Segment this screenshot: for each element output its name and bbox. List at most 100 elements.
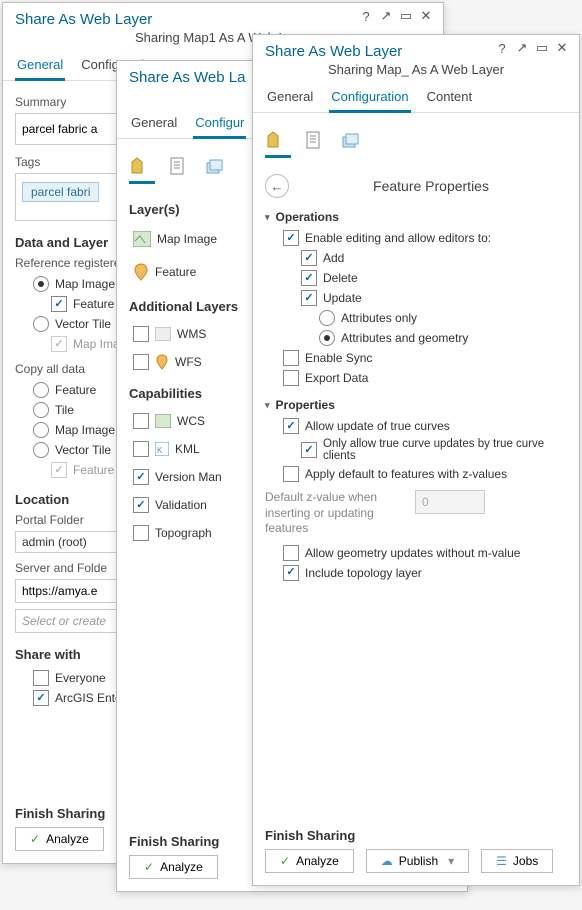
radio-map-image[interactable] bbox=[33, 276, 49, 292]
operations-collapser[interactable]: ▾Operations bbox=[265, 210, 567, 224]
check-everyone[interactable] bbox=[33, 670, 49, 686]
check-topograph[interactable] bbox=[133, 525, 149, 541]
properties-collapser[interactable]: ▾Properties bbox=[265, 398, 567, 412]
tab-general[interactable]: General bbox=[15, 53, 65, 81]
tab-general[interactable]: General bbox=[265, 85, 315, 113]
radio-attr-geom[interactable] bbox=[319, 330, 335, 346]
delete-label: Delete bbox=[323, 271, 358, 285]
tab-content[interactable]: Content bbox=[425, 85, 475, 113]
kml-icon: K bbox=[155, 442, 169, 456]
stack-icon[interactable] bbox=[201, 155, 227, 177]
tab-configuration[interactable]: Configuration bbox=[329, 85, 410, 113]
check-feature-copy bbox=[51, 462, 67, 478]
radio-feature-copy-label: Feature bbox=[55, 383, 96, 397]
help-icon[interactable]: ? bbox=[357, 7, 375, 25]
tabs: General Configuration Content bbox=[253, 83, 579, 113]
check-kml[interactable] bbox=[133, 441, 149, 457]
jobs-button[interactable]: ☰Jobs bbox=[481, 849, 553, 873]
chevron-down-icon: ▾ bbox=[448, 854, 454, 868]
check-apply-z-default[interactable] bbox=[283, 466, 299, 482]
check-map-ima bbox=[51, 336, 67, 352]
document-icon[interactable] bbox=[165, 155, 191, 177]
check-validation[interactable] bbox=[133, 497, 149, 513]
check-arcgis-ent[interactable] bbox=[33, 690, 49, 706]
svg-text:K: K bbox=[157, 446, 163, 455]
layer-folder-icon[interactable] bbox=[265, 129, 291, 158]
stack-icon[interactable] bbox=[337, 129, 363, 151]
dock-icon[interactable]: ↗ bbox=[513, 39, 531, 57]
check-map-ima-label: Map Ima bbox=[73, 337, 120, 351]
wfs-icon bbox=[155, 354, 169, 370]
radio-vector-tile-copy[interactable] bbox=[33, 442, 49, 458]
minimize-icon[interactable]: ▭ bbox=[533, 39, 551, 57]
dock-icon[interactable]: ↗ bbox=[377, 7, 395, 25]
help-icon[interactable]: ? bbox=[493, 39, 511, 57]
check-wms[interactable] bbox=[133, 326, 149, 342]
radio-feature-copy[interactable] bbox=[33, 382, 49, 398]
layer-folder-icon[interactable] bbox=[129, 155, 155, 184]
wcs-icon bbox=[155, 414, 171, 428]
export-data-label: Export Data bbox=[305, 371, 368, 385]
check-icon: ✓ bbox=[280, 854, 290, 868]
check-only-true-curve-clients[interactable] bbox=[301, 442, 317, 458]
tag-chip[interactable]: parcel fabri bbox=[22, 182, 99, 202]
version-man-label: Version Man bbox=[155, 470, 222, 484]
check-feature-copy-label: Feature bbox=[73, 463, 114, 477]
default-z-input bbox=[415, 490, 485, 514]
check-add[interactable] bbox=[301, 250, 317, 266]
list-icon: ☰ bbox=[496, 854, 507, 868]
feature-icon bbox=[133, 263, 149, 281]
check-update[interactable] bbox=[301, 290, 317, 306]
window-subtitle: Sharing Map_ As A Web Layer bbox=[253, 60, 579, 83]
minimize-icon[interactable]: ▭ bbox=[397, 7, 415, 25]
close-icon[interactable]: ✕ bbox=[553, 39, 571, 57]
radio-map-image-copy-label: Map Image bbox=[55, 423, 115, 437]
radio-tile-label: Tile bbox=[55, 403, 74, 417]
feature-properties-title: Feature Properties bbox=[295, 178, 567, 194]
check-arcgis-ent-label: ArcGIS Ente bbox=[55, 691, 122, 705]
radio-map-image-copy[interactable] bbox=[33, 422, 49, 438]
config-icon-row bbox=[265, 121, 567, 166]
wms-label: WMS bbox=[177, 327, 206, 341]
document-icon[interactable] bbox=[301, 129, 327, 151]
wfs-label: WFS bbox=[175, 355, 202, 369]
only-true-curve-clients-label: Only allow true curve updates by true cu… bbox=[323, 438, 567, 462]
radio-vector-tile[interactable] bbox=[33, 316, 49, 332]
include-topology-label: Include topology layer bbox=[305, 566, 422, 580]
back-button[interactable]: ← bbox=[265, 174, 289, 198]
chevron-down-icon: ▾ bbox=[265, 212, 270, 223]
attr-geom-label: Attributes and geometry bbox=[341, 331, 468, 345]
check-allow-true-curves[interactable] bbox=[283, 418, 299, 434]
radio-attr-only[interactable] bbox=[319, 310, 335, 326]
analyze-button[interactable]: ✓Analyze bbox=[265, 849, 354, 873]
radio-tile[interactable] bbox=[33, 402, 49, 418]
tab-general[interactable]: General bbox=[129, 111, 179, 139]
analyze-button[interactable]: ✓Analyze bbox=[15, 827, 104, 851]
check-icon: ✓ bbox=[30, 832, 40, 846]
window-title: Share As Web La bbox=[129, 65, 245, 86]
check-feature[interactable] bbox=[51, 296, 67, 312]
validation-label: Validation bbox=[155, 498, 207, 512]
layer-feature[interactable]: Feature bbox=[155, 265, 196, 279]
check-export-data[interactable] bbox=[283, 370, 299, 386]
close-icon[interactable]: ✕ bbox=[417, 7, 435, 25]
tab-configuration[interactable]: Configur bbox=[193, 111, 246, 139]
check-delete[interactable] bbox=[301, 270, 317, 286]
analyze-button[interactable]: ✓Analyze bbox=[129, 855, 218, 879]
check-wcs[interactable] bbox=[133, 413, 149, 429]
check-version-man[interactable] bbox=[133, 469, 149, 485]
radio-vector-tile-label: Vector Tile bbox=[55, 317, 111, 331]
check-include-topology[interactable] bbox=[283, 565, 299, 581]
titlebar: Share As Web Layer ? ↗ ▭ ✕ bbox=[3, 3, 443, 28]
check-enable-sync[interactable] bbox=[283, 350, 299, 366]
radio-vector-tile-copy-label: Vector Tile bbox=[55, 443, 111, 457]
window-title: Share As Web Layer bbox=[15, 7, 152, 28]
default-z-label: Default z-value when inserting or updati… bbox=[265, 490, 405, 537]
check-enable-editing[interactable] bbox=[283, 230, 299, 246]
publish-button[interactable]: ☁Publish▾ bbox=[366, 849, 469, 873]
check-wfs[interactable] bbox=[133, 354, 149, 370]
check-allow-m-updates[interactable] bbox=[283, 545, 299, 561]
update-label: Update bbox=[323, 291, 362, 305]
finish-sharing-header: Finish Sharing bbox=[265, 828, 567, 843]
layer-map-image[interactable]: Map Image bbox=[157, 232, 217, 246]
